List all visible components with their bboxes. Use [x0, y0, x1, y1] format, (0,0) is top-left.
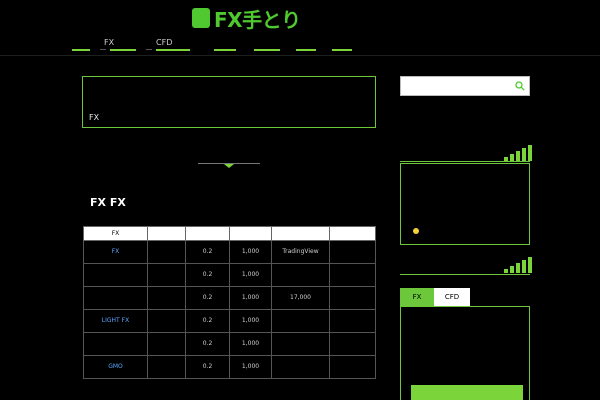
table-row: 0.2 1,000	[83, 332, 376, 356]
nav-underline	[296, 49, 316, 51]
panel-cta-button[interactable]	[411, 385, 523, 400]
tab-fx[interactable]: FX	[400, 288, 434, 306]
broker-link[interactable]: GMO	[83, 355, 148, 379]
nav-underline	[254, 49, 280, 51]
table-row: FX 0.2 1,000 TradingView	[83, 240, 376, 264]
nav-separator	[100, 49, 106, 50]
column-header	[329, 226, 376, 241]
table-cell	[329, 286, 376, 310]
tab-cfd[interactable]: CFD	[434, 288, 470, 306]
table-cell	[329, 240, 376, 264]
table-cell	[147, 240, 186, 264]
nav-underline	[214, 49, 236, 51]
nav-underline	[156, 49, 190, 51]
nav-separator	[146, 49, 152, 50]
widget-title	[404, 148, 494, 160]
table-cell	[271, 309, 330, 333]
column-header	[147, 226, 186, 241]
table-cell: TradingView	[271, 240, 330, 264]
table-cell	[147, 263, 186, 287]
table-cell	[271, 263, 330, 287]
column-header	[271, 226, 330, 241]
table-cell: 1,000	[229, 309, 272, 333]
search-box	[400, 76, 530, 96]
bar-graph-icon	[504, 145, 532, 161]
intro-line: FX	[89, 113, 100, 122]
widget-link[interactable]	[413, 228, 525, 234]
table-cell: 0.2	[185, 309, 230, 333]
table-cell: 17,000	[271, 286, 330, 310]
intro-box: FX	[82, 76, 376, 128]
broker-link[interactable]	[83, 263, 148, 287]
nav-underline	[110, 49, 136, 51]
table-row: 0.2 1,000	[83, 263, 376, 287]
intro-line	[89, 98, 369, 111]
intro-line	[89, 85, 369, 98]
table-cell: 1,000	[229, 332, 272, 356]
table-cell	[329, 309, 376, 333]
table-cell	[329, 263, 376, 287]
widget-box	[400, 163, 530, 245]
section-heading: FX FX	[90, 196, 126, 209]
nav-underline	[72, 49, 90, 51]
broker-link[interactable]	[83, 332, 148, 356]
widget-title	[404, 262, 444, 274]
table-cell	[271, 355, 330, 379]
table-cell	[329, 355, 376, 379]
table-cell: 1,000	[229, 263, 272, 287]
table-cell	[329, 332, 376, 356]
widget-underline	[400, 274, 530, 275]
search-input[interactable]	[401, 77, 513, 95]
table-cell: 1,000	[229, 355, 272, 379]
table-cell: 0.2	[185, 240, 230, 264]
table-cell	[147, 332, 186, 356]
table-row: LIGHT FX 0.2 1,000	[83, 309, 376, 333]
table-cell	[147, 355, 186, 379]
column-header	[185, 226, 230, 241]
table-footnote	[83, 381, 375, 400]
caret-down-icon	[224, 164, 234, 168]
site-logo[interactable]: FX手とり	[192, 6, 301, 32]
search-icon[interactable]	[515, 81, 525, 91]
table-cell: 0.2	[185, 355, 230, 379]
table-cell: 1,000	[229, 286, 272, 310]
site-logo-text: FX手とり	[214, 7, 301, 32]
broker-link[interactable]: FX	[83, 240, 148, 264]
table-cell	[271, 332, 330, 356]
site-header: FX手とり	[0, 0, 600, 34]
broker-link[interactable]	[83, 286, 148, 310]
table-cell: 1,000	[229, 240, 272, 264]
bar-graph-icon	[504, 257, 532, 273]
hand-logo-icon	[192, 8, 210, 28]
table-row: 0.2 1,000 17,000	[83, 286, 376, 310]
main-nav: FX CFD	[0, 34, 600, 56]
table-cell: 0.2	[185, 286, 230, 310]
table-row: GMO 0.2 1,000	[83, 355, 376, 379]
site-tagline	[294, 14, 394, 24]
table-cell: 0.2	[185, 332, 230, 356]
nav-underline	[332, 49, 352, 51]
sidebar-tabs: FX CFD	[400, 288, 530, 306]
table-cell: 0.2	[185, 263, 230, 287]
table-header-row: FX	[83, 226, 376, 241]
column-header: FX	[83, 226, 148, 241]
table-cell	[147, 309, 186, 333]
bullet-icon	[413, 228, 419, 234]
widget-underline	[400, 161, 530, 162]
broker-link[interactable]: LIGHT FX	[83, 309, 148, 333]
comparison-table: FX FX 0.2 1,000 TradingView 0.2 1,000 0.…	[83, 226, 376, 379]
column-header	[229, 226, 272, 241]
table-cell	[147, 286, 186, 310]
tab-panel	[400, 306, 530, 400]
